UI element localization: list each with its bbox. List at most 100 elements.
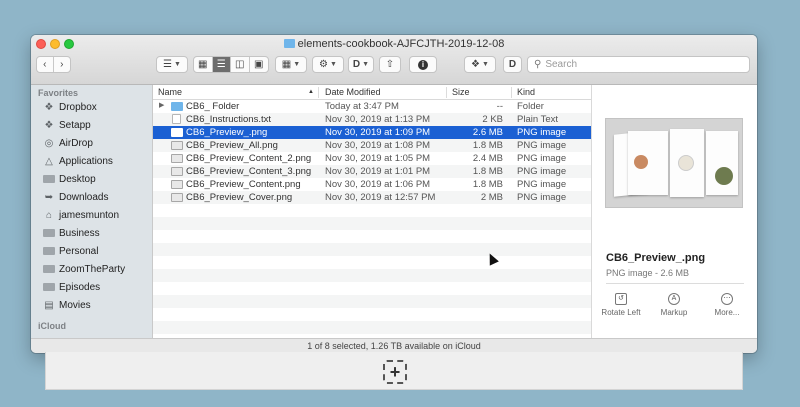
file-kind: PNG image <box>517 166 567 177</box>
sidebar-item-movies[interactable]: ▤ Movies <box>43 297 91 313</box>
share-button[interactable]: ⇧ <box>379 56 401 73</box>
file-kind: Folder <box>517 101 544 112</box>
sidebar-item-jamesmunton[interactable]: ⌂ jamesmunton <box>43 207 119 223</box>
file-kind: PNG image <box>517 127 567 138</box>
table-row-selected[interactable]: CB6_Preview_.png Nov 30, 2019 at 1:09 PM… <box>153 126 591 139</box>
window-title-text: elements-cookbook-AJFCJTH-2019-12-08 <box>297 38 505 50</box>
file-size: 2.4 MB <box>472 153 503 164</box>
thumbnail-page <box>670 129 704 197</box>
file-list: Name ▲ Date Modified Size Kind ▶ CB6_ Fo… <box>153 85 591 338</box>
column-name[interactable]: Name <box>158 87 182 97</box>
chevron-right-icon: › <box>60 59 64 70</box>
column-kind[interactable]: Kind <box>517 87 535 97</box>
group-list-icon: ☰ <box>163 59 173 70</box>
sidebar-item-personal[interactable]: Personal <box>43 243 98 259</box>
table-row[interactable]: CB6_Instructions.txt Nov 30, 2019 at 1:1… <box>153 113 591 126</box>
text-file-icon <box>172 114 181 124</box>
extension-button[interactable]: D <box>503 56 522 73</box>
image-file-icon <box>171 128 183 137</box>
file-name: CB6_Preview_Content_2.png <box>186 153 312 164</box>
markup-button[interactable]: A Markup <box>649 293 699 317</box>
sidebar-item-dropbox[interactable]: ❖ Dropbox <box>43 99 97 115</box>
preview-pane: CB6_Preview_.png PNG image - 2.6 MB ↺ Ro… <box>591 85 757 338</box>
file-size: 1.8 MB <box>472 140 503 151</box>
table-row[interactable]: CB6_Preview_Cover.png Nov 30, 2019 at 12… <box>153 191 591 204</box>
sidebar-item-label: ZoomTheParty <box>59 263 126 275</box>
get-info-button[interactable]: i <box>409 56 437 73</box>
list-view-button[interactable]: ☰ <box>212 57 231 72</box>
table-row[interactable]: CB6_Preview_All.png Nov 30, 2019 at 1:08… <box>153 139 591 152</box>
dropbox-menu-button[interactable]: ❖ ▼ <box>464 56 496 73</box>
desktop-icon <box>43 175 55 183</box>
add-drop-target-icon[interactable]: + <box>383 360 407 384</box>
sidebar-item-downloads[interactable]: ➥ Downloads <box>43 189 109 205</box>
chevron-down-icon: ▼ <box>482 61 489 68</box>
image-file-icon <box>171 180 183 189</box>
thumbnail-plate-image <box>678 155 694 171</box>
markup-icon: A <box>668 293 680 305</box>
action-button[interactable]: ⚙ ▼ <box>312 56 344 73</box>
file-name: CB6_Preview_Content.png <box>186 179 301 190</box>
sidebar-item-label: Dropbox <box>59 101 97 113</box>
sidebar-item-desktop[interactable]: Desktop <box>43 171 96 187</box>
column-view-button[interactable]: ◫ <box>231 57 250 72</box>
empty-row <box>153 256 591 269</box>
empty-row <box>153 295 591 308</box>
file-size: 1.8 MB <box>472 179 503 190</box>
column-divider <box>318 87 319 98</box>
file-name: CB6_ Folder <box>186 101 240 112</box>
rotate-left-button[interactable]: ↺ Rotate Left <box>596 293 646 317</box>
icon-view-button[interactable]: ▦ <box>194 57 213 72</box>
column-date[interactable]: Date Modified <box>325 87 381 97</box>
window-title: elements-cookbook-AJFCJTH-2019-12-08 <box>31 38 757 50</box>
dash-button[interactable]: D ▼ <box>348 56 374 73</box>
dash-icon: D <box>352 59 361 70</box>
file-name: CB6_Preview_.png <box>186 127 268 138</box>
sidebar-header-favorites: Favorites <box>38 88 79 98</box>
home-icon: ⌂ <box>45 209 53 221</box>
sidebar-item-zoomtheparty[interactable]: ZoomTheParty <box>43 261 125 277</box>
empty-row <box>153 321 591 334</box>
preview-thumbnail[interactable] <box>605 118 743 208</box>
table-row[interactable]: CB6_Preview_Content_3.png Nov 30, 2019 a… <box>153 165 591 178</box>
disclosure-triangle-icon[interactable]: ▶ <box>159 101 164 109</box>
sidebar-item-setapp[interactable]: ❖ Setapp <box>43 117 91 133</box>
sidebar-item-business[interactable]: Business <box>43 225 100 241</box>
sidebar-item-applications[interactable]: △ Applications <box>43 153 113 169</box>
more-label: More... <box>714 308 740 317</box>
arrange-grid-icon: ▦ <box>281 59 292 70</box>
table-row[interactable]: CB6_Preview_Content.png Nov 30, 2019 at … <box>153 178 591 191</box>
finder-window: elements-cookbook-AJFCJTH-2019-12-08 ‹ ›… <box>31 35 757 353</box>
chevron-left-icon: ‹ <box>43 59 47 70</box>
empty-row <box>153 204 591 217</box>
empty-row <box>153 269 591 282</box>
thumbnail-food-image <box>634 155 648 169</box>
folder-icon <box>43 229 55 237</box>
sidebar: Favorites ❖ Dropbox ❖ Setapp ◎ AirDrop △ App… <box>31 85 153 338</box>
file-rows: ▶ CB6_ Folder Today at 3:47 PM -- Folder… <box>153 100 591 334</box>
table-row[interactable]: CB6_Preview_Content_2.png Nov 30, 2019 a… <box>153 152 591 165</box>
back-button[interactable]: ‹ <box>37 57 54 72</box>
file-date: Nov 30, 2019 at 1:05 PM <box>325 153 431 164</box>
gallery-view-button[interactable]: ▣ <box>250 57 268 72</box>
folder-icon <box>43 265 55 273</box>
column-size[interactable]: Size <box>452 87 470 97</box>
arrange-button[interactable]: ▦ ▼ <box>275 56 307 73</box>
sidebar-item-airdrop[interactable]: ◎ AirDrop <box>43 135 93 151</box>
file-size: 2.6 MB <box>472 127 503 138</box>
file-kind: PNG image <box>517 192 567 203</box>
icon-grid-icon: ▦ <box>198 59 208 70</box>
search-field[interactable]: ⚲ Search <box>527 56 750 73</box>
forward-button[interactable]: › <box>54 57 70 72</box>
setapp-icon: ❖ <box>44 119 54 131</box>
file-kind: PNG image <box>517 140 567 151</box>
sidebar-item-label: Movies <box>59 299 91 311</box>
movies-icon: ▤ <box>44 299 54 311</box>
table-row[interactable]: ▶ CB6_ Folder Today at 3:47 PM -- Folder <box>153 100 591 113</box>
sidebar-item-label: Downloads <box>59 191 109 203</box>
more-button[interactable]: ⋯ More... <box>702 293 752 317</box>
file-size: 2 MB <box>480 192 503 203</box>
sidebar-item-episodes[interactable]: Episodes <box>43 279 100 295</box>
file-date: Nov 30, 2019 at 1:09 PM <box>325 127 431 138</box>
group-by-button[interactable]: ☰ ▼ <box>156 56 188 73</box>
